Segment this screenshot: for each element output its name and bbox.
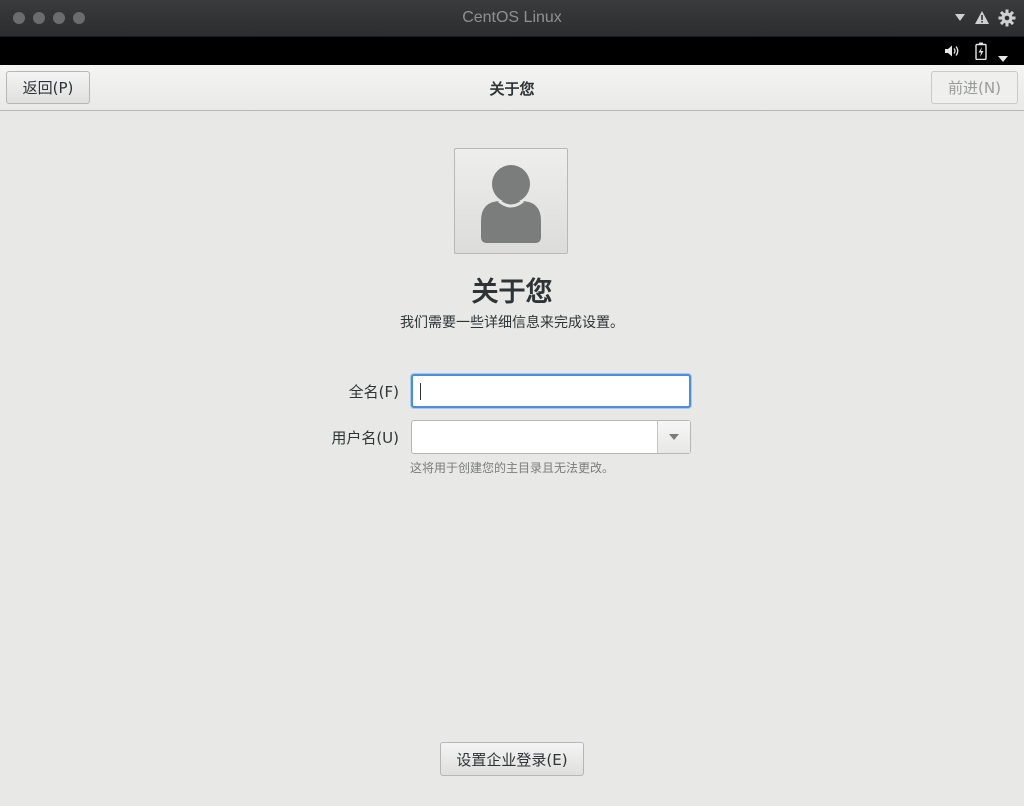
warning-icon[interactable] [974,10,990,28]
dropdown-arrow-icon[interactable] [954,10,966,26]
window-titlebar: CentOS Linux [0,0,1024,37]
header-bar: 返回(P) 关于您 前进(N) [0,65,1024,111]
next-button[interactable]: 前进(N) [931,71,1018,104]
fullname-field[interactable] [411,374,691,408]
username-dropdown-button[interactable] [657,421,690,453]
gear-icon[interactable] [998,9,1016,30]
enterprise-login-button[interactable]: 设置企业登录(E) [440,742,584,776]
username-label: 用户名(U) [331,429,399,447]
fullname-label: 全名(F) [348,383,399,401]
avatar-button[interactable] [454,148,568,254]
text-caret [420,383,421,400]
page-heading: 关于您 [471,277,553,308]
page-subtitle: 我们需要一些详细信息来完成设置。 [400,315,624,331]
window-title: CentOS Linux [462,9,562,26]
volume-icon[interactable] [944,43,960,62]
system-top-bar [0,37,1024,65]
chevron-down-icon [669,434,679,440]
user-avatar-icon [481,165,541,243]
username-hint: 这将用于创建您的主目录且无法更改。 [410,461,615,475]
username-combo[interactable] [411,420,691,454]
battery-icon[interactable] [975,42,987,64]
header-title: 关于您 [489,80,535,98]
